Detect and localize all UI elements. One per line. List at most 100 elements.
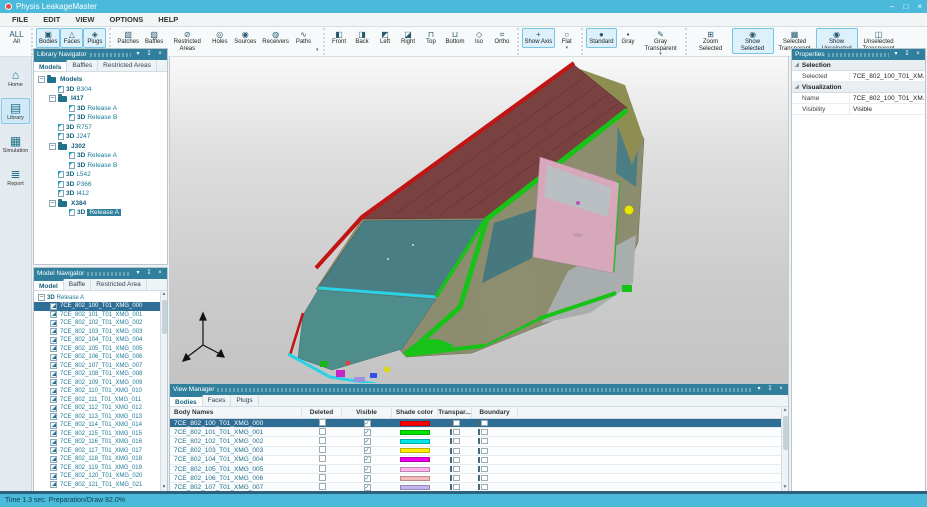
shade-color-swatch[interactable] (400, 485, 430, 490)
body-row[interactable]: 7CE_802_102_T01_XMG_002 ✓ (170, 437, 781, 446)
tree-item[interactable]: 3D B304 (34, 85, 167, 95)
toolbar-button[interactable]: ◉ Sources (231, 28, 259, 48)
panel-close-icon[interactable]: × (156, 49, 164, 60)
model-item[interactable]: 7CE_802_107_T01_XMG_007 (34, 362, 167, 371)
deleted-checkbox[interactable] (319, 455, 326, 462)
tree-item[interactable]: 3D Release A (34, 104, 167, 114)
panel-pin-icon[interactable]: ↧ (145, 268, 153, 279)
model-item[interactable]: 7CE_802_113_T01_XMG_013 (34, 413, 167, 422)
scrollbar-thumb[interactable] (783, 416, 788, 450)
expander-icon[interactable] (49, 86, 56, 93)
model-item[interactable]: 7CE_802_100_T01_XMG_000 (34, 302, 167, 311)
visible-checkbox[interactable]: ✓ (364, 456, 371, 463)
model-item[interactable]: 7CE_802_118_T01_XMG_018 (34, 455, 167, 464)
menu-item[interactable]: FILE (12, 15, 28, 24)
model-item[interactable]: 7CE_802_108_T01_XMG_008 (34, 370, 167, 379)
menu-item[interactable]: HELP (158, 15, 178, 24)
toolbar-button[interactable]: ◇ Iso (468, 28, 491, 48)
model-list-scrollbar[interactable]: ▲ ▼ (160, 291, 167, 491)
menu-item[interactable]: VIEW (75, 15, 94, 24)
toolbar-button[interactable]: + Show Axis (522, 28, 556, 48)
expander-icon[interactable] (60, 114, 67, 121)
toolbar-button[interactable]: ⌗ Ortho (491, 28, 514, 48)
model-item[interactable]: 7CE_802_112_T01_XMG_012 (34, 404, 167, 413)
panel-dropdown-icon[interactable]: ▾ (134, 49, 142, 60)
nav-rail-button[interactable]: ▦ Simulation (1, 131, 30, 157)
property-row[interactable]: Name 7CE_802_100_T01_XM... (792, 93, 925, 104)
boundary-slider[interactable] (478, 475, 488, 481)
tree-item[interactable]: 3D J247 (34, 132, 167, 142)
shade-color-swatch[interactable] (400, 467, 430, 472)
model-item[interactable]: 7CE_802_110_T01_XMG_010 (34, 387, 167, 396)
body-row[interactable]: 7CE_802_100_T01_XMG_000 ✓ (170, 419, 781, 428)
model-item[interactable]: 7CE_802_104_T01_XMG_004 (34, 336, 167, 345)
model-item[interactable]: 7CE_802_109_T01_XMG_009 (34, 379, 167, 388)
shade-color-swatch[interactable] (400, 476, 430, 481)
model-item[interactable]: 7CE_802_106_T01_XMG_006 (34, 353, 167, 362)
model-item[interactable]: 7CE_802_102_T01_XMG_002 (34, 319, 167, 328)
panel-dropdown-icon[interactable]: ▾ (755, 384, 763, 395)
model-tab[interactable]: Baffle (64, 279, 92, 290)
toolbar-button[interactable]: ◈ Plugs (83, 28, 106, 48)
body-row[interactable]: 7CE_802_104_T01_XMG_004 ✓ (170, 456, 781, 465)
toolbar-button[interactable]: ◨ Back (351, 28, 374, 48)
model-item[interactable]: 7CE_802_103_T01_XMG_003 (34, 328, 167, 337)
expander-icon[interactable]: − (49, 143, 56, 150)
transparent-slider[interactable] (450, 457, 460, 463)
panel-pin-icon[interactable]: ↧ (903, 49, 911, 60)
toolbar-button[interactable]: ◧ Front (328, 28, 351, 48)
boundary-slider[interactable] (478, 438, 488, 444)
nav-rail-button[interactable]: ▤ Library (1, 98, 30, 124)
maximize-button[interactable]: □ (903, 0, 908, 13)
visible-checkbox[interactable]: ✓ (364, 429, 371, 436)
transparent-slider[interactable] (450, 466, 460, 472)
model-item[interactable]: 7CE_802_111_T01_XMG_011 (34, 396, 167, 405)
tree-item[interactable]: 3D Release A (34, 208, 167, 218)
column-header[interactable]: Body Names (170, 407, 302, 418)
tree-item[interactable]: − J302 (34, 142, 167, 152)
panel-dropdown-icon[interactable]: ▾ (134, 268, 142, 279)
expander-icon[interactable]: − (38, 76, 45, 83)
shade-color-swatch[interactable] (400, 457, 430, 462)
scroll-down-icon[interactable]: ▼ (783, 484, 788, 491)
tree-item[interactable]: 3D I412 (34, 189, 167, 199)
panel-pin-icon[interactable]: ↧ (766, 384, 774, 395)
library-tab[interactable]: Models (34, 60, 67, 71)
library-tab[interactable]: Restricted Areas (98, 60, 157, 71)
toolbar-button[interactable]: ◎ Holes (208, 28, 231, 48)
visible-checkbox[interactable]: ✓ (364, 420, 371, 427)
boundary-slider[interactable] (478, 484, 488, 490)
boundary-slider[interactable] (478, 457, 488, 463)
deleted-checkbox[interactable] (319, 465, 326, 472)
boundary-slider[interactable] (478, 429, 488, 435)
table-scrollbar[interactable]: ▲ ▼ (781, 407, 788, 491)
expander-icon[interactable]: − (49, 200, 56, 207)
body-row[interactable]: 7CE_802_105_T01_XMG_005 ✓ (170, 465, 781, 474)
drag-handle[interactable] (217, 388, 752, 392)
tree-item[interactable]: 3D P366 (34, 180, 167, 190)
tree-item[interactable]: 3D Release B (34, 113, 167, 123)
minimize-button[interactable]: – (890, 0, 894, 13)
column-header[interactable]: Deleted (302, 407, 342, 418)
toolbar-button[interactable]: ◩ Left (374, 28, 397, 48)
visible-checkbox[interactable]: ✓ (364, 475, 371, 482)
shade-color-swatch[interactable] (400, 421, 430, 426)
shade-color-swatch[interactable] (400, 430, 430, 435)
toolbar-button[interactable]: ○ Flat ▾ (555, 28, 578, 52)
boundary-slider[interactable] (478, 448, 488, 454)
drag-handle[interactable] (87, 272, 131, 276)
tree-item[interactable]: 3D L542 (34, 170, 167, 180)
deleted-checkbox[interactable] (319, 419, 326, 426)
model-tree-root[interactable]: − 3D Release A (34, 293, 167, 302)
property-group-visualization[interactable]: ◢ Visualization (792, 82, 925, 93)
toolbar-button[interactable]: ALL All (5, 28, 28, 48)
deleted-checkbox[interactable] (319, 474, 326, 481)
boundary-slider[interactable] (478, 420, 488, 426)
model-item[interactable]: 7CE_802_114_T01_XMG_014 (34, 421, 167, 430)
boundary-slider[interactable] (478, 466, 488, 472)
deleted-checkbox[interactable] (319, 428, 326, 435)
library-tab[interactable]: Baffles (67, 60, 98, 71)
transparent-slider[interactable] (450, 420, 460, 426)
body-row[interactable]: 7CE_802_101_T01_XMG_001 ✓ (170, 428, 781, 437)
toolbar-button[interactable]: ◉ Show Selected (732, 28, 774, 54)
